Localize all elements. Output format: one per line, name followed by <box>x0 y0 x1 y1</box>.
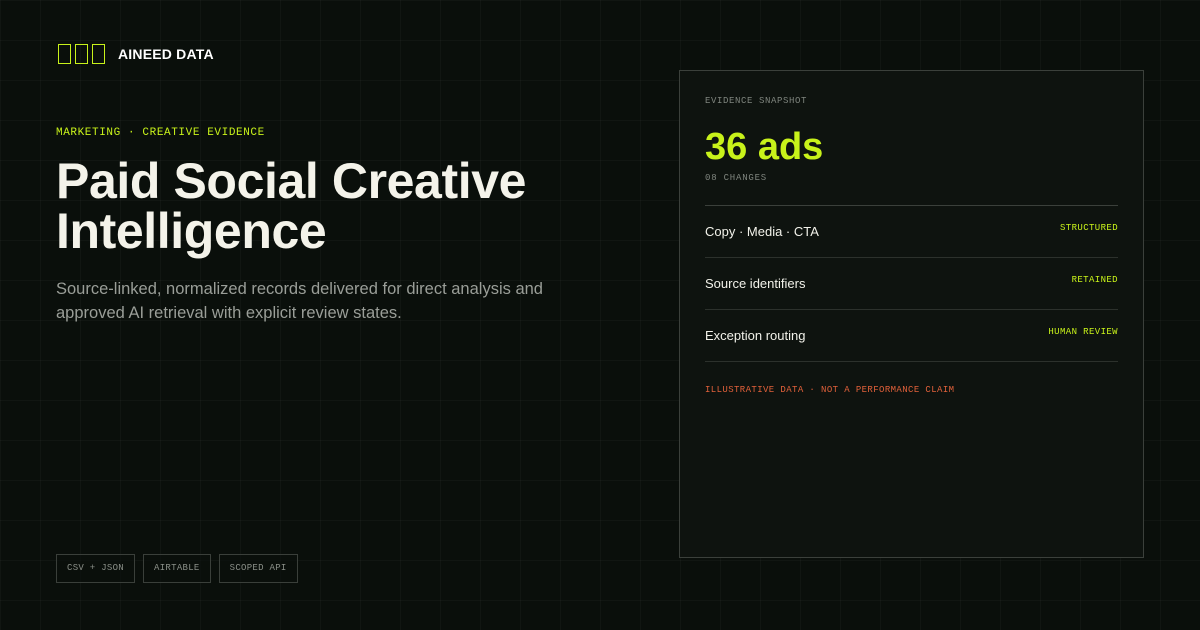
row-label: Source identifiers <box>705 276 806 291</box>
page-description: Source-linked, normalized records delive… <box>56 280 543 322</box>
three-square-logo-icon <box>58 44 105 64</box>
snapshot-rows: Copy · Media · CTA STRUCTURED Source ide… <box>705 205 1118 362</box>
snapshot-row: Copy · Media · CTA STRUCTURED <box>705 206 1118 258</box>
eyebrow: MARKETING · CREATIVE EVIDENCE <box>56 127 265 139</box>
evidence-snapshot-card: EVIDENCE SNAPSHOT 36 ads 08 CHANGES Copy… <box>679 70 1144 558</box>
format-chip-scoped-api: SCOPED API <box>218 554 298 583</box>
format-chip-csv-json: CSV + JSON <box>56 554 136 583</box>
row-label: Copy · Media · CTA <box>705 224 819 239</box>
status-badge: STRUCTURED <box>1059 223 1118 233</box>
brand: AINEED DATA <box>58 44 214 64</box>
status-badge: HUMAN REVIEW <box>1048 327 1118 337</box>
status-badge: RETAINED <box>1071 275 1118 285</box>
page-title: Paid Social Creative Intelligence <box>56 153 527 259</box>
logo-square <box>58 44 71 64</box>
row-label: Exception routing <box>705 328 806 343</box>
card-label: EVIDENCE SNAPSHOT <box>705 96 808 106</box>
disclaimer: ILLUSTRATIVE DATA · NOT A PERFORMANCE CL… <box>705 385 955 395</box>
logo-square <box>92 44 105 64</box>
snapshot-row: Source identifiers RETAINED <box>705 258 1118 310</box>
changes-count: 08 CHANGES <box>705 173 768 183</box>
ads-metric: 36 ads <box>705 126 824 168</box>
format-chips: CSV + JSON AIRTABLE SCOPED API <box>56 554 298 583</box>
logo-square <box>75 44 88 64</box>
brand-name: AINEED DATA <box>118 46 214 62</box>
format-chip-airtable: AIRTABLE <box>143 554 211 583</box>
snapshot-row: Exception routing HUMAN REVIEW <box>705 310 1118 362</box>
